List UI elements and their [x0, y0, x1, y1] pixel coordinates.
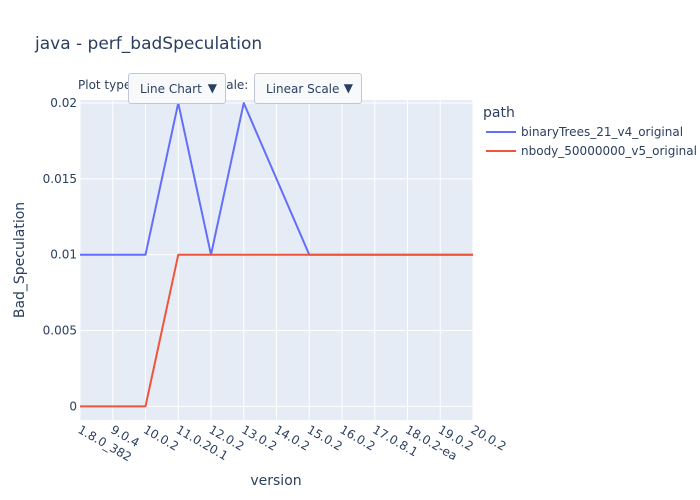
y-tick-label: 0.005 [43, 324, 77, 338]
chart-title: java - perf_badSpeculation [35, 34, 263, 54]
x-tick-label: 10.0.2 [141, 422, 181, 453]
x-tick-label: 14.0.2 [272, 422, 312, 453]
plot-type-label: Plot type: [78, 78, 136, 92]
plot-type-dropdown[interactable]: Line Chart ▼ [128, 73, 226, 104]
legend-label: nbody_50000000_v5_original [521, 144, 697, 158]
dropdown-arrow-icon: ▼ [207, 81, 217, 95]
legend-title: path [483, 105, 515, 121]
x-axis-label: version [250, 473, 301, 489]
legend-item-series-1[interactable]: binaryTrees_21_v4_original [486, 125, 683, 139]
y-tick-label: 0 [69, 399, 77, 413]
y-axis-label: Bad_Speculation [12, 202, 28, 318]
y-tick-label: 0.01 [50, 248, 77, 262]
y-tick-label: 0.02 [50, 96, 77, 110]
scale-dropdown[interactable]: Linear Scale ▼ [254, 73, 362, 104]
scale-value: Linear Scale [266, 81, 340, 96]
y-tick-label: 0.015 [43, 172, 77, 186]
x-tick-label: 20.0.2 [469, 422, 509, 453]
y-tick-labels: 0 0.005 0.01 0.015 0.02 [43, 96, 77, 413]
legend-line-icon [486, 150, 516, 152]
legend-line-icon [486, 131, 516, 133]
x-tick-label: 13.0.2 [239, 422, 279, 453]
legend-item-series-2[interactable]: nbody_50000000_v5_original [486, 144, 697, 158]
legend-label: binaryTrees_21_v4_original [521, 125, 684, 139]
plot-type-value: Line Chart [140, 81, 202, 96]
dropdown-arrow-icon: ▼ [343, 81, 353, 95]
x-tick-label: 16.0.2 [338, 422, 378, 453]
x-tick-label: 15.0.2 [305, 422, 345, 453]
x-tick-labels: 1.8.0_3829.0.4 10.0.211.0.20.112.0.213.0.… [76, 422, 509, 464]
